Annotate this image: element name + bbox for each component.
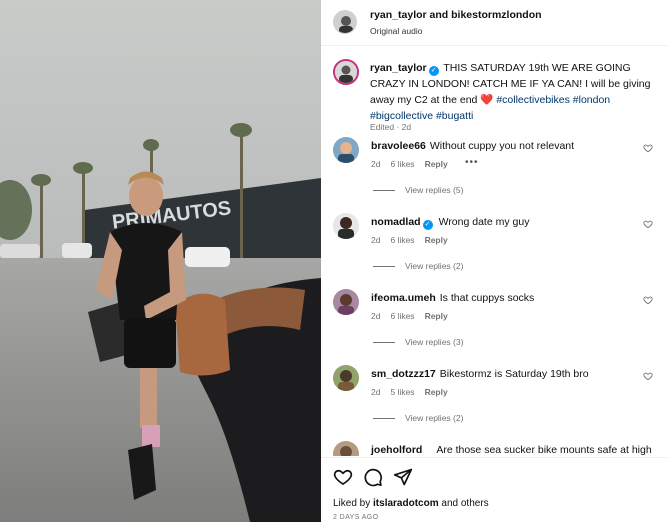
view-replies-button[interactable]: View replies (3)	[373, 337, 463, 347]
comment-text: Wrong date my guy	[438, 216, 530, 228]
comment-likes[interactable]: 5 likes	[390, 387, 414, 397]
heart-small-icon[interactable]	[643, 143, 653, 153]
comments-scroll-area[interactable]: ryan_taylor ✓ THIS SATURDAY 19th WE ARE G…	[321, 47, 668, 456]
comment-age: 2d	[371, 387, 381, 397]
caption-text-block: ryan_taylor ✓ THIS SATURDAY 19th WE ARE G…	[370, 60, 662, 124]
comment-item: bravolee66 Without cuppy you not relevant…	[333, 137, 663, 213]
comment-avatar[interactable]	[333, 365, 359, 391]
view-replies-button[interactable]: View replies (2)	[373, 261, 463, 271]
comment-username[interactable]: ifeoma.umeh	[371, 292, 436, 304]
more-horizontal-icon[interactable]: •••	[465, 157, 479, 168]
comment-avatar[interactable]	[333, 137, 359, 163]
comment-text: Without cuppy you not relevant	[429, 140, 575, 152]
heart-outline-icon[interactable]	[333, 467, 353, 487]
view-replies-button[interactable]: View replies (2)	[373, 413, 463, 423]
reply-button[interactable]: Reply	[425, 159, 448, 169]
likes-summary[interactable]: Liked by itslaradotcom and others	[333, 498, 489, 509]
comment-username[interactable]: bravolee66	[371, 140, 426, 152]
post-actions-bar: Liked by itslaradotcom and others 2 DAYS…	[321, 457, 668, 522]
caption-username[interactable]: ryan_taylor	[370, 62, 427, 74]
caption-author-avatar[interactable]	[333, 59, 359, 85]
author-avatar[interactable]	[333, 10, 357, 34]
comment-item: sm_dotzzz17 Bikestormz is Saturday 19th b…	[333, 365, 663, 441]
comment-avatar[interactable]	[333, 213, 359, 239]
verified-badge-icon: ✓	[422, 220, 433, 230]
video-frame: PRIMAUTOS	[0, 0, 321, 522]
comment-username[interactable]: nomadlad	[371, 216, 421, 228]
comment-text: Is that cuppys socks	[439, 292, 535, 304]
liked-by-user[interactable]: itslaradotcom	[373, 498, 439, 509]
comment-avatar[interactable]	[333, 441, 359, 456]
post-side-panel: ryan_taylor and bikestormzlondon Origina…	[321, 0, 668, 522]
heart-small-icon[interactable]	[643, 295, 653, 305]
reply-button[interactable]: Reply	[425, 235, 448, 245]
post-header: ryan_taylor and bikestormzlondon Origina…	[321, 0, 668, 46]
comment-age: 2d	[371, 235, 381, 245]
heart-emoji: ❤️	[480, 94, 494, 106]
heart-small-icon[interactable]	[643, 219, 653, 229]
verified-badge-icon: ✓	[428, 66, 439, 76]
view-replies-button[interactable]: View replies (5)	[373, 185, 463, 195]
comment-age: 2d	[371, 311, 381, 321]
comment-avatar[interactable]	[333, 289, 359, 315]
comment-item: joeholford Are those sea sucker bike moun…	[333, 441, 663, 456]
comment-text: Are those sea sucker bike mounts safe at…	[436, 444, 652, 456]
comment-likes[interactable]: 6 likes	[390, 311, 414, 321]
comment-item: ifeoma.umeh Is that cuppys socks 2d 6 like…	[333, 289, 663, 365]
reply-button[interactable]: Reply	[425, 387, 448, 397]
paper-plane-icon[interactable]	[393, 467, 413, 487]
caption-meta: Edited · 2d	[370, 122, 412, 132]
comment-bubble-icon[interactable]	[363, 467, 383, 487]
post-timestamp[interactable]: 2 DAYS AGO	[333, 514, 379, 521]
comment-likes[interactable]: 6 likes	[390, 235, 414, 245]
heart-small-icon[interactable]	[643, 371, 653, 381]
comment-item: nomadlad ✓ Wrong date my guy 2d 6 likes Repl…	[333, 213, 663, 289]
post-author-title[interactable]: ryan_taylor and bikestormzlondon	[370, 9, 542, 21]
audio-label[interactable]: Original audio	[370, 26, 422, 36]
comment-likes[interactable]: 6 likes	[390, 159, 414, 169]
comment-text: Bikestormz is Saturday 19th bro	[439, 368, 589, 380]
comment-age: 2d	[371, 159, 381, 169]
reply-button[interactable]: Reply	[425, 311, 448, 321]
comment-username[interactable]: sm_dotzzz17	[371, 368, 436, 380]
reel-video[interactable]: PRIMAUTOS	[0, 0, 321, 522]
comment-username[interactable]: joeholford	[371, 444, 422, 456]
